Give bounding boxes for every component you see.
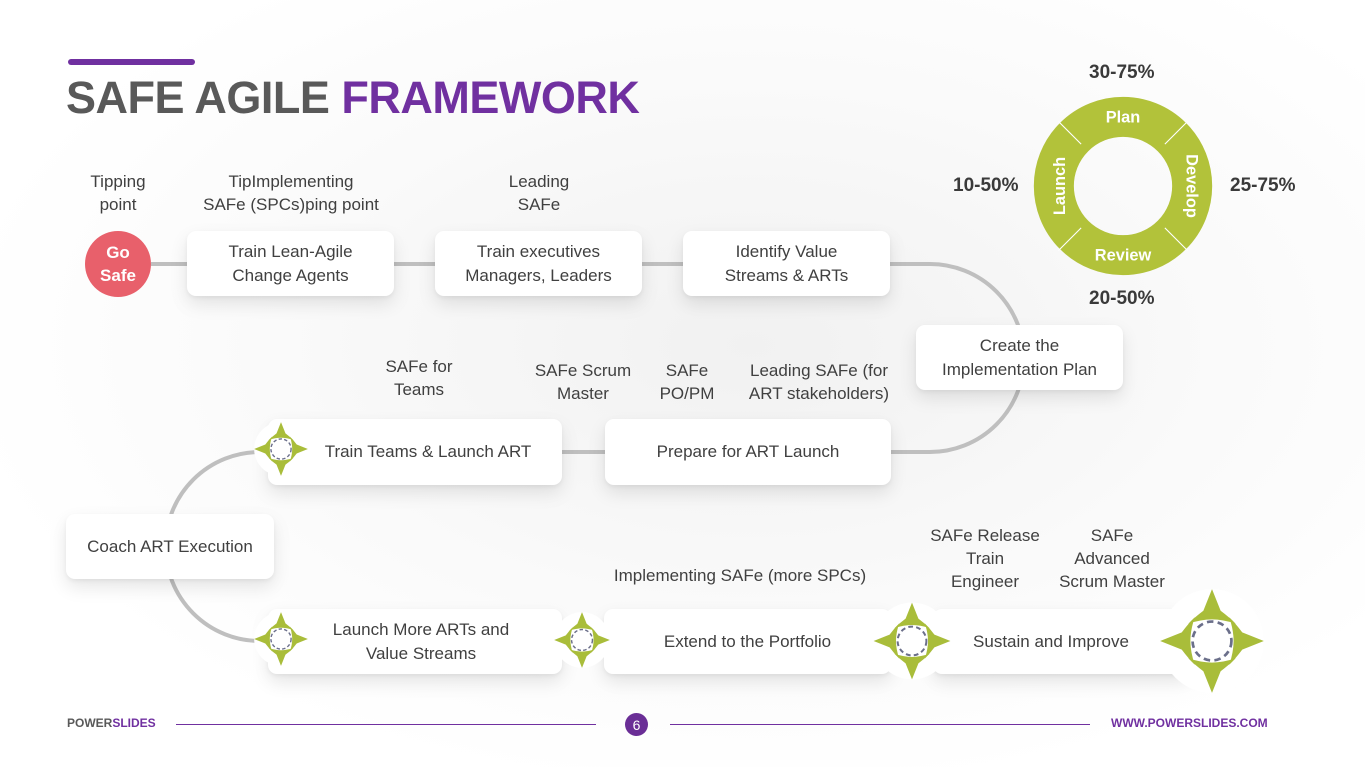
step-extend-portfolio: Extend to the Portfolio <box>604 609 891 674</box>
label-line: point <box>99 195 137 214</box>
footer-divider-right <box>670 724 1090 725</box>
compass-icon <box>1158 587 1266 695</box>
step-text: Train Teams & Launch ART <box>324 442 532 461</box>
label-safe-for-teams: SAFe for Teams <box>369 355 469 401</box>
label-implementing-more-spcs: Implementing SAFe (more SPCs) <box>604 564 876 587</box>
go-safe-start-circle: Go Safe <box>85 231 151 297</box>
page-number-badge: 6 <box>625 713 648 736</box>
label-line: SAFe <box>1090 526 1134 545</box>
step-text: Create the <box>979 335 1060 355</box>
label-line: Scrum Master <box>1059 572 1165 591</box>
step-identify-value-streams: Identify Value Streams & ARTs <box>683 231 890 296</box>
footer-website-link[interactable]: WWW.POWERSLIDES.COM <box>1111 716 1268 730</box>
cycle-range-review: 20-50% <box>1089 288 1155 309</box>
go-safe-line-2: Safe <box>100 266 136 285</box>
compass-icon <box>253 421 309 477</box>
cycle-range-plan: 30-75% <box>1089 62 1155 83</box>
label-line: SAFe Scrum <box>534 361 632 380</box>
compass-icon <box>872 601 952 681</box>
step-launch-more-arts: Launch More ARTs and Value Streams <box>268 609 562 674</box>
label-line: ART stakeholders) <box>748 384 890 403</box>
go-safe-line-1: Go <box>106 243 130 262</box>
label-safe-advanced-scrum-master: SAFe Advanced Scrum Master <box>1050 524 1174 593</box>
label-line: SAFe (SPCs)ping point <box>203 195 379 214</box>
compass-icon <box>253 611 309 667</box>
label-line: SAFe <box>517 195 561 214</box>
label-line: Tipping <box>90 172 146 191</box>
label-line: SAFe Release <box>930 526 1040 545</box>
label-line: Implementing SAFe (more SPCs) <box>613 566 867 585</box>
step-text: Streams & ARTs <box>724 265 849 285</box>
step-text: Launch More ARTs and <box>332 619 510 639</box>
step-train-lean-agile: Train Lean-Agile Change Agents <box>187 231 394 296</box>
label-leading-safe: Leading SAFe <box>489 170 589 216</box>
label-leading-safe-art: Leading SAFe (for ART stakeholders) <box>740 359 898 405</box>
label-line: Leading SAFe (for <box>750 361 888 380</box>
step-text: Coach ART Execution <box>87 536 253 556</box>
step-coach-art-execution: Coach ART Execution <box>66 514 274 579</box>
step-text: Identify Value <box>735 241 838 261</box>
label-safe-popm: SAFe PO/PM <box>650 359 724 405</box>
step-text: Managers, Leaders <box>465 265 612 285</box>
step-text: Prepare for ART Launch <box>656 442 840 461</box>
cycle-segment-review: Review <box>1095 247 1152 265</box>
label-line: Engineer <box>950 572 1020 591</box>
step-text: Change Agents <box>232 265 349 285</box>
step-train-teams-launch-art: Train Teams & Launch ART <box>268 419 562 485</box>
step-text: Train executives <box>476 241 601 261</box>
label-line: Advanced <box>1074 549 1150 568</box>
step-train-executives: Train executives Managers, Leaders <box>435 231 642 296</box>
step-text: Train Lean-Agile <box>228 241 353 261</box>
step-sustain-improve: Sustain and Improve <box>933 609 1191 674</box>
compass-icon <box>553 611 611 669</box>
label-tipping-point: Tipping point <box>78 170 158 216</box>
cycle-segment-launch: Launch <box>1051 157 1069 215</box>
label-line: SAFe for <box>385 357 453 376</box>
label-safe-scrum-master: SAFe Scrum Master <box>530 359 636 405</box>
step-text: Sustain and Improve <box>973 631 1129 651</box>
step-text: Implementation Plan <box>942 359 1097 379</box>
label-line: SAFe <box>665 361 709 380</box>
label-line: Teams <box>393 380 445 399</box>
step-prepare-art-launch: Prepare for ART Launch <box>605 419 891 485</box>
cycle-segment-develop: Develop <box>1183 154 1201 218</box>
label-line: PO/PM <box>659 384 715 403</box>
label-line: Leading <box>508 172 570 191</box>
brand-part-2: SLIDES <box>112 716 156 730</box>
step-text: Extend to the Portfolio <box>663 631 832 651</box>
plan-develop-review-launch-cycle: Plan Develop Review Launch <box>1033 96 1213 276</box>
cycle-range-launch: 10-50% <box>953 175 1019 196</box>
label-line: TipImplementing <box>228 172 354 191</box>
step-create-implementation-plan: Create the Implementation Plan <box>916 325 1123 390</box>
step-text: Value Streams <box>365 643 477 663</box>
cycle-range-develop: 25-75% <box>1230 175 1296 196</box>
label-safe-rte: SAFe Release Train Engineer <box>924 524 1046 593</box>
label-line: Train <box>965 549 1005 568</box>
brand-part-1: POWER <box>67 716 113 730</box>
cycle-segment-plan: Plan <box>1106 108 1141 126</box>
footer-brand-logo: POWERSLIDES <box>67 716 156 730</box>
label-implementing-spcs: TipImplementing SAFe (SPCs)ping point <box>186 170 396 216</box>
label-line: Master <box>557 384 609 403</box>
footer-divider-left <box>176 724 596 725</box>
